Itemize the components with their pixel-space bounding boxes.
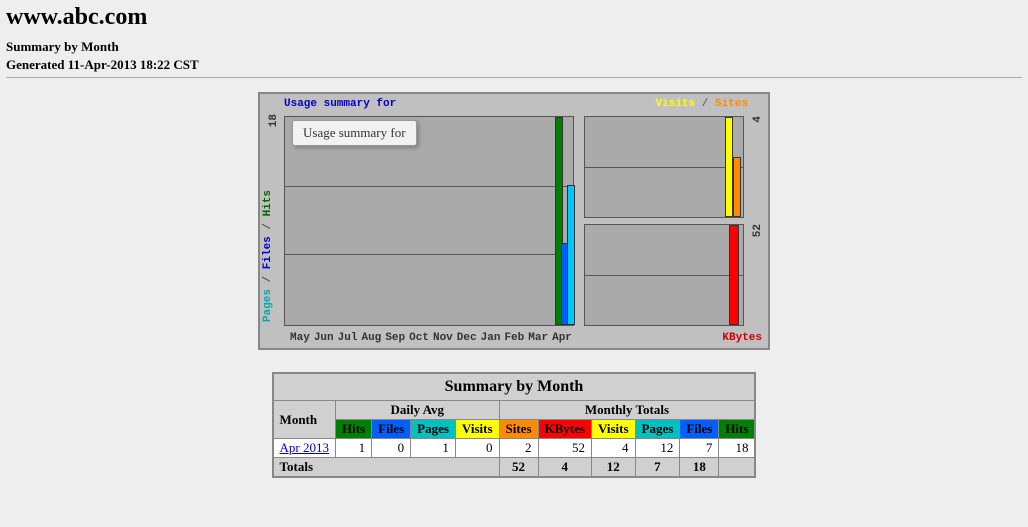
x-tick: Apr: [550, 332, 574, 344]
chart-legend-visits-sites: Visits / Sites: [656, 98, 748, 110]
hdr-daily-pages: Pages: [411, 420, 456, 439]
cell-daily-hits: 1: [336, 439, 372, 458]
subtitle-generated: Generated 11-Apr-2013 18:22 CST: [6, 57, 1022, 73]
subtitle-summary: Summary by Month: [6, 39, 1022, 55]
x-tick: Jan: [479, 332, 503, 344]
x-tick: Sep: [383, 332, 407, 344]
usage-chart: Usage summary for Visits / Sites Pages /…: [258, 92, 770, 350]
cell-monthly-hits: 18: [719, 439, 756, 458]
totals-pages: 12: [591, 458, 635, 478]
bar-pages-apr: [567, 185, 575, 325]
x-tick: Jun: [312, 332, 336, 344]
totals-row: Totals 52 4 12 7 18: [273, 458, 756, 478]
legend-files: Files: [262, 236, 274, 269]
hdr-daily-visits: Visits: [455, 420, 499, 439]
divider: [6, 77, 1022, 78]
col-monthly-totals: Monthly Totals: [499, 401, 755, 420]
legend-sep: /: [702, 98, 709, 110]
cell-daily-visits: 0: [455, 439, 499, 458]
hdr-monthly-pages: Pages: [635, 420, 680, 439]
col-daily-avg: Daily Avg: [336, 401, 499, 420]
legend-visits: Visits: [656, 98, 696, 110]
bar-kbytes-apr: [729, 225, 739, 325]
table-row: Apr 2013 1 0 1 0 2 52 4 12 7 18: [273, 439, 756, 458]
ytick-left: 18: [268, 114, 280, 127]
summary-table: Summary by Month Month Daily Avg Monthly…: [272, 372, 757, 478]
cell-monthly-visits: 4: [591, 439, 635, 458]
hdr-monthly-kbytes: KBytes: [538, 420, 591, 439]
legend-pages: Pages: [262, 289, 274, 322]
bar-sites-apr: [733, 157, 741, 217]
x-tick: May: [288, 332, 312, 344]
chart-legend-pfh: Pages / Files / Hits: [262, 190, 274, 322]
totals-label: Totals: [273, 458, 499, 478]
plot-right-bottom: [584, 224, 744, 326]
totals-files: 7: [635, 458, 680, 478]
hdr-monthly-files: Files: [680, 420, 719, 439]
totals-visits: 4: [538, 458, 591, 478]
hdr-monthly-sites: Sites: [499, 420, 538, 439]
x-tick: Feb: [502, 332, 526, 344]
x-tick: Jul: [336, 332, 360, 344]
plot-right-top: [584, 116, 744, 218]
totals-kbytes: 52: [499, 458, 538, 478]
ytick-right-bottom: 52: [752, 224, 764, 237]
cell-daily-files: 0: [372, 439, 411, 458]
x-tick: Dec: [455, 332, 479, 344]
legend-hits: Hits: [262, 190, 274, 216]
x-tick: Aug: [359, 332, 383, 344]
totals-hits: 18: [680, 458, 719, 478]
legend-sites: Sites: [715, 98, 748, 110]
chart-title: Usage summary for: [284, 98, 396, 110]
x-tick: Nov: [431, 332, 455, 344]
bar-visits-apr: [725, 117, 733, 217]
cell-monthly-pages: 12: [635, 439, 680, 458]
page-title: www.abc.com: [6, 4, 1022, 31]
x-tick: Oct: [407, 332, 431, 344]
cell-monthly-sites: 2: [499, 439, 538, 458]
cell-monthly-kbytes: 52: [538, 439, 591, 458]
chart-tooltip: Usage summary for: [292, 120, 417, 146]
ytick-right-top: 4: [752, 116, 764, 123]
month-link[interactable]: Apr 2013: [280, 440, 329, 455]
col-month: Month: [273, 401, 336, 439]
x-tick: Mar: [526, 332, 550, 344]
table-title: Summary by Month: [273, 373, 756, 401]
hdr-daily-hits: Hits: [336, 420, 372, 439]
hdr-monthly-visits: Visits: [591, 420, 635, 439]
hdr-monthly-hits: Hits: [719, 420, 756, 439]
hdr-daily-files: Files: [372, 420, 411, 439]
cell-monthly-files: 7: [680, 439, 719, 458]
plot-left: [284, 116, 574, 326]
cell-daily-pages: 1: [411, 439, 456, 458]
legend-kbytes: KBytes: [722, 332, 762, 344]
x-axis-months: MayJunJulAugSepOctNovDecJanFebMarApr: [288, 332, 574, 344]
